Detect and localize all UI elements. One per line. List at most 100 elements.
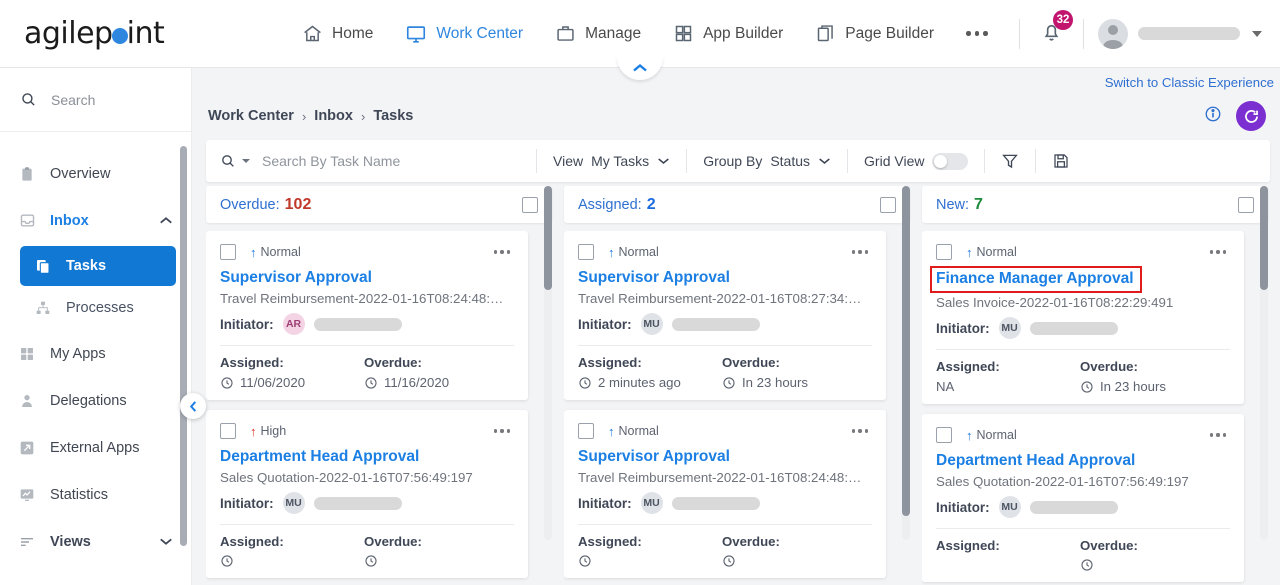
- refresh-button[interactable]: [1236, 101, 1266, 131]
- breadcrumb-item-tasks[interactable]: Tasks: [373, 108, 413, 124]
- save-button[interactable]: [1052, 152, 1070, 170]
- task-initiator-label: Initiator:: [936, 499, 990, 515]
- task-more-menu-button[interactable]: [848, 425, 872, 436]
- task-title[interactable]: Department Head Approval: [220, 448, 419, 466]
- column-header: New: 7: [922, 186, 1268, 223]
- sidebar-item-inbox[interactable]: Inbox: [0, 197, 191, 244]
- sidebar-item-statistics[interactable]: Statistics: [0, 471, 191, 518]
- column-scrollbar-thumb[interactable]: [544, 186, 552, 290]
- task-priority: ↑ High: [250, 424, 286, 438]
- task-card-header: ↑ Normal: [936, 424, 1230, 446]
- column-title: New:: [936, 196, 970, 213]
- column-select-all-checkbox[interactable]: [880, 196, 896, 213]
- grid-view-toggle[interactable]: Grid View: [864, 152, 969, 170]
- task-initiator: Initiator: MU: [578, 492, 872, 514]
- nav-item-app-builder-label: App Builder: [703, 24, 784, 42]
- task-title[interactable]: Supervisor Approval: [220, 269, 372, 287]
- search-input[interactable]: Search By Task Name: [220, 153, 520, 169]
- column-select-all-checkbox[interactable]: [1238, 196, 1254, 213]
- toolbar-divider: [847, 149, 849, 173]
- sidebar-search[interactable]: Search: [0, 68, 191, 132]
- task-overdue-label: Overdue:: [364, 355, 422, 370]
- task-card[interactable]: ↑ Normal Supervisor Approval Travel Reim…: [564, 231, 886, 400]
- view-selector[interactable]: View My Tasks: [553, 153, 670, 169]
- column-count: 7: [974, 195, 983, 213]
- task-more-menu-button[interactable]: [1206, 246, 1230, 257]
- sidebar-item-delegations[interactable]: Delegations: [0, 377, 191, 424]
- task-select-checkbox[interactable]: [220, 244, 236, 260]
- sidebar-item-external-apps-label: External Apps: [50, 439, 140, 456]
- info-button[interactable]: [1204, 105, 1222, 128]
- column-scrollbar[interactable]: [1260, 186, 1268, 540]
- filter-button[interactable]: [1001, 152, 1019, 170]
- column-select-all-checkbox[interactable]: [522, 196, 538, 213]
- nav-more-button[interactable]: [950, 25, 1004, 42]
- task-title[interactable]: Supervisor Approval: [578, 448, 730, 466]
- nav-item-work-center[interactable]: Work Center: [389, 17, 539, 51]
- task-select-checkbox[interactable]: [936, 427, 952, 443]
- switch-to-classic-link[interactable]: Switch to Classic Experience: [1105, 75, 1274, 90]
- nav-item-home-label: Home: [332, 24, 374, 42]
- task-overdue-label: Overdue:: [1080, 359, 1138, 374]
- task-priority: ↑ Normal: [250, 245, 301, 259]
- sidebar-item-tasks[interactable]: Tasks: [20, 246, 176, 286]
- task-title[interactable]: Finance Manager Approval: [930, 266, 1142, 293]
- task-more-menu-button[interactable]: [490, 425, 514, 436]
- task-card[interactable]: ↑ High Department Head Approval Sales Qu…: [206, 410, 528, 578]
- task-card[interactable]: ↑ Normal Supervisor Approval Travel Reim…: [564, 410, 886, 578]
- initiator-name-redacted: [671, 317, 760, 331]
- sidebar-item-overview[interactable]: Overview: [0, 150, 191, 197]
- task-assigned-value-row: [220, 554, 364, 568]
- grid-view-switch[interactable]: [932, 152, 969, 170]
- task-title[interactable]: Supervisor Approval: [578, 269, 730, 287]
- task-card[interactable]: ↑ Normal Supervisor Approval Travel Reim…: [206, 231, 528, 400]
- task-more-menu-button[interactable]: [848, 246, 872, 257]
- column-scrollbar-thumb[interactable]: [1260, 186, 1268, 290]
- column-header: Overdue: 102: [206, 186, 552, 223]
- task-card[interactable]: ↑ Normal Finance Manager Approval Sales …: [922, 231, 1244, 404]
- column-scrollbar[interactable]: [902, 186, 910, 540]
- nav-item-manage[interactable]: Manage: [539, 17, 657, 50]
- sidebar-item-processes[interactable]: Processes: [20, 288, 176, 328]
- task-select-checkbox[interactable]: [578, 423, 594, 439]
- breadcrumb-item-inbox[interactable]: Inbox: [314, 108, 353, 124]
- sidebar-menu: Overview Inbox Tasks Processes My Apps D…: [0, 132, 191, 565]
- clock-icon: [579, 555, 591, 567]
- priority-arrow-up-icon: ↑: [966, 427, 973, 443]
- dot-icon: [983, 31, 988, 36]
- search-scope-chevron-down-icon[interactable]: [242, 159, 250, 163]
- task-select-checkbox[interactable]: [936, 244, 952, 260]
- column-title: Overdue:: [220, 196, 280, 213]
- sidebar-scrollbar[interactable]: [180, 132, 187, 585]
- task-title[interactable]: Department Head Approval: [936, 452, 1135, 470]
- task-select-checkbox[interactable]: [220, 423, 236, 439]
- group-by-selector[interactable]: Group By Status: [703, 153, 831, 169]
- sidebar-item-external-apps[interactable]: External Apps: [0, 424, 191, 471]
- nav-item-home[interactable]: Home: [286, 17, 389, 50]
- notifications-button[interactable]: 32: [1034, 9, 1073, 52]
- card-divider: [220, 524, 514, 525]
- breadcrumb-item-work-center[interactable]: Work Center: [208, 108, 294, 124]
- brand-logo[interactable]: agilep int: [0, 16, 200, 51]
- sidebar-item-views[interactable]: Views: [0, 518, 191, 565]
- task-assigned-label: Assigned:: [220, 534, 284, 549]
- nav-item-app-builder[interactable]: App Builder: [657, 17, 799, 50]
- user-menu[interactable]: [1098, 18, 1262, 49]
- task-select-checkbox[interactable]: [578, 244, 594, 260]
- main-content: Switch to Classic Experience Work Center…: [192, 68, 1280, 585]
- column-scrollbar[interactable]: [544, 186, 552, 540]
- sidebar-item-my-apps[interactable]: My Apps: [0, 330, 191, 377]
- task-more-menu-button[interactable]: [1206, 429, 1230, 440]
- sidebar-scrollbar-thumb[interactable]: [180, 146, 187, 546]
- nav-item-page-builder[interactable]: Page Builder: [799, 17, 950, 50]
- column-scrollbar-thumb[interactable]: [902, 186, 910, 516]
- chevron-up-icon: [159, 213, 173, 229]
- task-dates: Assigned: NA Overdue: In 23 hours: [936, 359, 1230, 394]
- task-card[interactable]: ↑ Normal Department Head Approval Sales …: [922, 414, 1244, 582]
- sidebar-collapse-button[interactable]: [180, 393, 206, 419]
- initiator-name-redacted: [1029, 321, 1118, 335]
- sidebar-item-delegations-label: Delegations: [50, 392, 127, 409]
- task-more-menu-button[interactable]: [490, 246, 514, 257]
- toolbar: Search By Task Name View My Tasks Group …: [206, 140, 1270, 182]
- view-value: My Tasks: [591, 153, 650, 169]
